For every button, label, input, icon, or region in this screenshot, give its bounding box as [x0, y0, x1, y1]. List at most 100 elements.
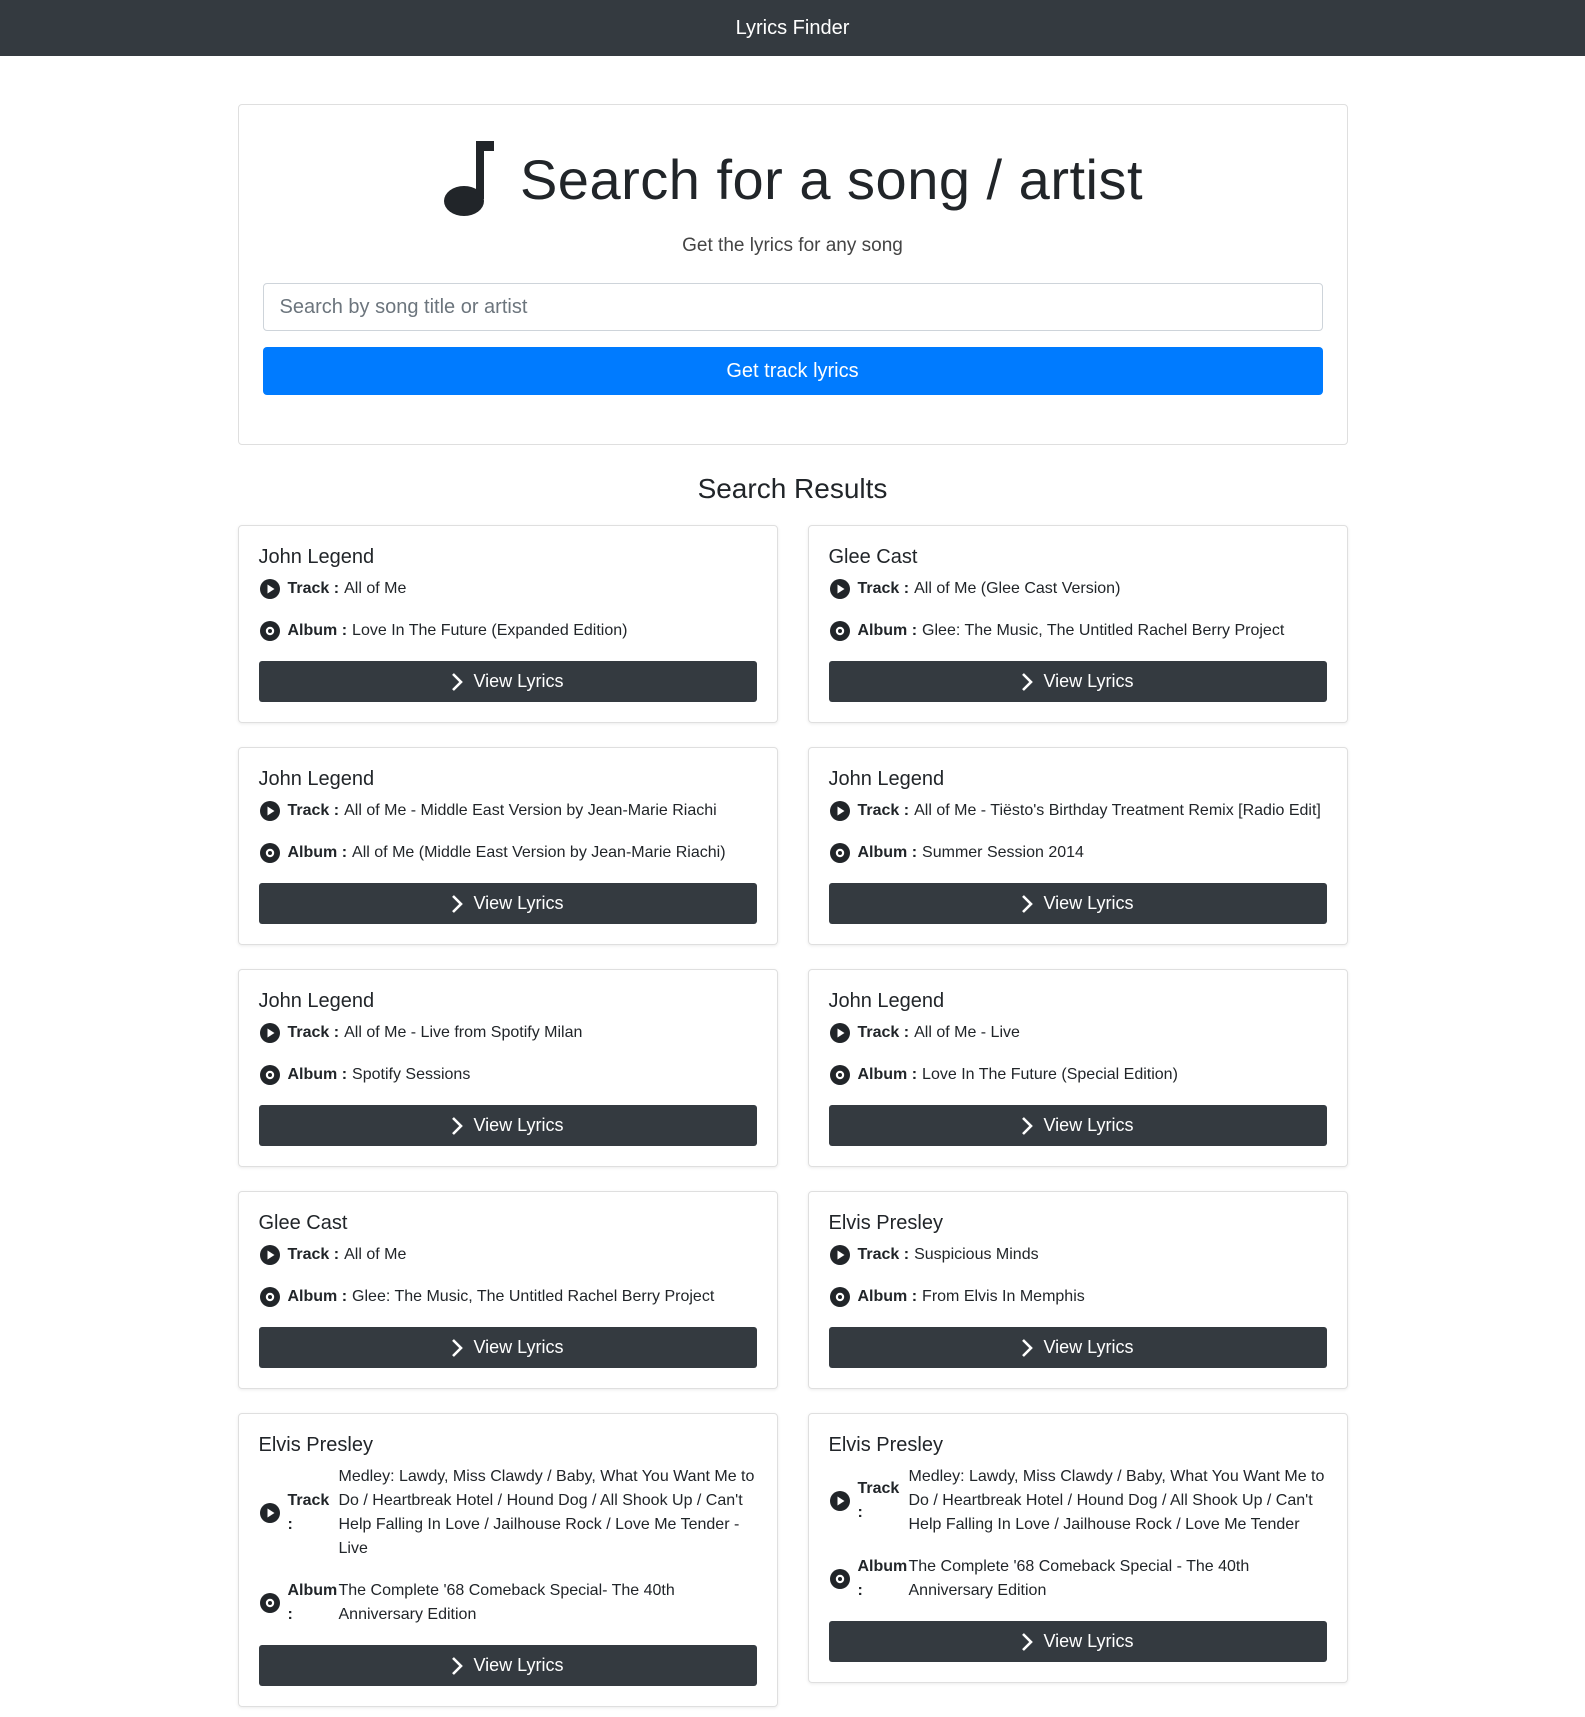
artist-name: Glee Cast — [828, 546, 918, 568]
album-row: Album : The Complete '68 Comeback Specia… — [259, 1579, 757, 1627]
artist-name: John Legend — [258, 990, 375, 1012]
album-key: Album : — [287, 622, 348, 639]
view-lyrics-button[interactable]: View Lyrics — [828, 1105, 1327, 1146]
track-title: Suspicious Minds — [914, 1246, 1039, 1263]
track-row: Track : All of Me - Live from Spotify Mi… — [259, 1021, 757, 1045]
chevron-right-icon — [1022, 1632, 1034, 1651]
view-lyrics-button[interactable]: View Lyrics — [828, 661, 1327, 702]
album-title: The Complete '68 Comeback Special - The … — [908, 1558, 1250, 1599]
track-key: Track : — [287, 1246, 340, 1263]
album-row: Album : Summer Session 2014 — [829, 841, 1327, 865]
result-card: Glee Cast Track : All of Me (Glee Cast V… — [807, 525, 1348, 723]
view-lyrics-button[interactable]: View Lyrics — [258, 1645, 757, 1686]
view-lyrics-label: View Lyrics — [1043, 1115, 1134, 1135]
track-row: Track : All of Me — [259, 577, 757, 601]
track-key: Track : — [287, 802, 340, 819]
album-key: Album : — [857, 1288, 918, 1305]
chevron-right-icon — [452, 1116, 464, 1135]
result-card: Elvis Presley Track : Suspicious Minds A… — [807, 1191, 1348, 1389]
chevron-right-icon — [1022, 894, 1034, 913]
hero-title-row: Search for a song / artist — [263, 141, 1323, 217]
album-key: Album : — [857, 1066, 918, 1083]
page-title: Search for a song / artist — [519, 147, 1144, 211]
view-lyrics-button[interactable]: View Lyrics — [828, 1327, 1327, 1368]
compact-disc-icon — [259, 621, 280, 641]
album-key: Album : — [857, 622, 918, 639]
chevron-right-icon — [1022, 672, 1034, 691]
compact-disc-icon — [259, 1065, 280, 1085]
results-grid: John Legend Track : All of Me Album : Lo… — [237, 525, 1348, 1707]
play-circle-icon — [829, 1491, 850, 1511]
navbar-brand[interactable]: Lyrics Finder — [736, 17, 850, 40]
album-title: All of Me (Middle East Version by Jean-M… — [352, 844, 726, 861]
artist-name: Elvis Presley — [828, 1434, 943, 1456]
track-title: All of Me - Live — [914, 1024, 1020, 1041]
track-row: Track : All of Me - Live — [829, 1021, 1327, 1045]
chevron-right-icon — [452, 1338, 464, 1357]
play-circle-icon — [829, 1245, 850, 1265]
album-row: Album : From Elvis In Memphis — [829, 1285, 1327, 1309]
compact-disc-icon — [829, 1287, 850, 1307]
view-lyrics-button[interactable]: View Lyrics — [258, 661, 757, 702]
main-container: Search for a song / artist Get the lyric… — [237, 104, 1348, 1707]
album-title: Summer Session 2014 — [922, 844, 1084, 861]
chevron-right-icon — [1022, 1116, 1034, 1135]
artist-name: John Legend — [258, 546, 375, 568]
album-key: Album : — [287, 844, 348, 861]
play-circle-icon — [259, 1503, 280, 1523]
album-row: Album : Love In The Future (Expanded Edi… — [259, 619, 757, 643]
track-key: Track : — [857, 802, 910, 819]
track-title: Medley: Lawdy, Miss Clawdy / Baby, What … — [338, 1468, 755, 1557]
chevron-right-icon — [452, 1656, 464, 1675]
view-lyrics-button[interactable]: View Lyrics — [258, 883, 757, 924]
search-input[interactable] — [262, 283, 1323, 331]
track-title: All of Me (Glee Cast Version) — [914, 580, 1121, 597]
artist-name: Elvis Presley — [258, 1434, 373, 1456]
album-title: Love In The Future (Expanded Edition) — [352, 622, 628, 639]
track-title: All of Me — [344, 1246, 407, 1263]
album-title: The Complete '68 Comeback Special- The 4… — [338, 1582, 675, 1623]
artist-name: John Legend — [828, 990, 945, 1012]
compact-disc-icon — [259, 1287, 280, 1307]
view-lyrics-label: View Lyrics — [1043, 893, 1134, 913]
play-circle-icon — [829, 801, 850, 821]
view-lyrics-button[interactable]: View Lyrics — [828, 1621, 1327, 1662]
track-key: Track : — [857, 1480, 900, 1521]
view-lyrics-label: View Lyrics — [473, 1115, 564, 1135]
track-row: Track : Medley: Lawdy, Miss Clawdy / Bab… — [259, 1465, 757, 1561]
result-card: Glee Cast Track : All of Me Album : Glee… — [237, 1191, 778, 1389]
track-row: Track : All of Me - Middle East Version … — [259, 799, 757, 823]
play-circle-icon — [259, 1023, 280, 1043]
track-title: Medley: Lawdy, Miss Clawdy / Baby, What … — [908, 1468, 1325, 1533]
get-track-lyrics-button[interactable]: Get track lyrics — [262, 347, 1323, 395]
track-row: Track : Suspicious Minds — [829, 1243, 1327, 1267]
track-row: Track : All of Me (Glee Cast Version) — [829, 577, 1327, 601]
album-title: Glee: The Music, The Untitled Rachel Ber… — [352, 1288, 715, 1305]
page-subtitle: Get the lyrics for any song — [682, 235, 903, 256]
track-title: All of Me — [344, 580, 407, 597]
track-title: All of Me - Tiësto's Birthday Treatment … — [914, 802, 1321, 819]
album-key: Album : — [857, 1558, 908, 1599]
result-card: John Legend Track : All of Me - Live fro… — [237, 969, 778, 1167]
album-row: Album : Spotify Sessions — [259, 1063, 757, 1087]
play-circle-icon — [259, 801, 280, 821]
view-lyrics-button[interactable]: View Lyrics — [258, 1105, 757, 1146]
album-row: Album : The Complete '68 Comeback Specia… — [829, 1555, 1327, 1603]
artist-name: Elvis Presley — [828, 1212, 943, 1234]
result-card: John Legend Track : All of Me Album : Lo… — [237, 525, 778, 723]
album-title: From Elvis In Memphis — [922, 1288, 1085, 1305]
view-lyrics-label: View Lyrics — [1043, 1337, 1134, 1357]
view-lyrics-button[interactable]: View Lyrics — [258, 1327, 757, 1368]
album-row: Album : Glee: The Music, The Untitled Ra… — [829, 619, 1327, 643]
track-title: All of Me - Middle East Version by Jean-… — [344, 802, 717, 819]
result-card: Elvis Presley Track : Medley: Lawdy, Mis… — [807, 1413, 1348, 1683]
play-circle-icon — [259, 1245, 280, 1265]
compact-disc-icon — [829, 1569, 850, 1589]
album-row: Album : Glee: The Music, The Untitled Ra… — [259, 1285, 757, 1309]
track-key: Track : — [287, 1024, 340, 1041]
album-row: Album : All of Me (Middle East Version b… — [259, 841, 757, 865]
album-key: Album : — [287, 1288, 348, 1305]
view-lyrics-button[interactable]: View Lyrics — [828, 883, 1327, 924]
result-card: Elvis Presley Track : Medley: Lawdy, Mis… — [237, 1413, 778, 1707]
artist-name: Glee Cast — [258, 1212, 348, 1234]
